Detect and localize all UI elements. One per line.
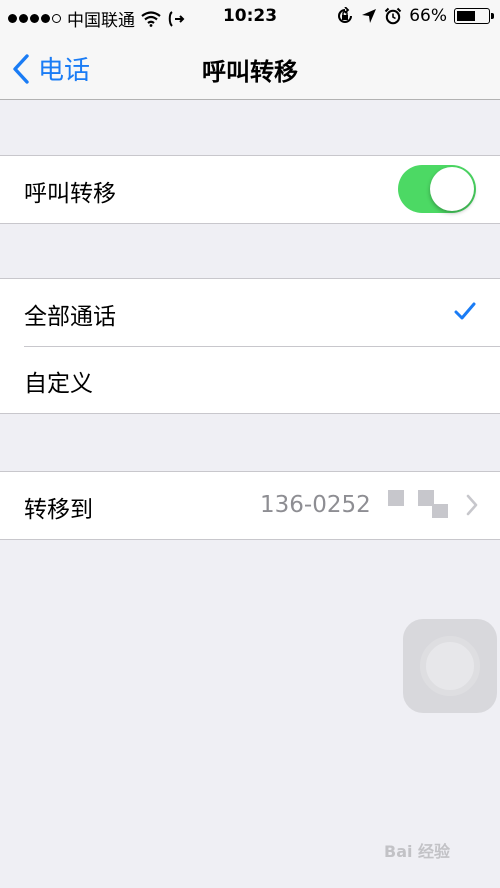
battery-percent: 66% <box>409 6 447 26</box>
page-title: 呼叫转移 <box>202 58 298 86</box>
call-forwarding-toggle[interactable] <box>398 165 476 213</box>
checkmark-icon <box>454 302 476 320</box>
toggle-knob <box>430 167 474 211</box>
navigation-bar: 电话 呼叫转移 <box>0 34 500 100</box>
forward-to-number: 136-0252 <box>260 492 371 518</box>
call-forwarding-group: 呼叫转移 <box>0 155 500 224</box>
forward-to-row[interactable]: 转移到 136-0252 <box>0 472 500 539</box>
battery-icon <box>454 8 494 24</box>
mode-option-label: 全部通话 <box>24 304 116 330</box>
status-right: 66% <box>336 6 494 26</box>
mode-option-all-calls[interactable]: 全部通话 <box>0 279 500 346</box>
location-icon <box>362 9 377 23</box>
watermark: Bai 经验 <box>384 842 451 861</box>
assistive-touch-icon <box>420 636 480 696</box>
status-bar: 中国联通 10:23 66% <box>0 0 500 34</box>
mode-option-custom[interactable]: 自定义 <box>0 346 500 413</box>
redaction-mosaic <box>388 490 404 506</box>
call-forwarding-label: 呼叫转移 <box>24 181 116 207</box>
forward-to-label: 转移到 <box>24 497 93 523</box>
forwarding-mode-group: 全部通话 自定义 <box>0 278 500 414</box>
redaction-mosaic <box>432 504 448 518</box>
assistive-touch-button[interactable] <box>403 619 497 713</box>
chevron-right-icon <box>466 494 478 516</box>
forward-to-group: 转移到 136-0252 <box>0 471 500 540</box>
alarm-icon <box>384 7 402 25</box>
battery-fill <box>457 11 475 21</box>
rotation-lock-icon <box>338 7 353 23</box>
call-forwarding-row: 呼叫转移 <box>0 156 500 223</box>
mode-option-label: 自定义 <box>24 371 93 397</box>
